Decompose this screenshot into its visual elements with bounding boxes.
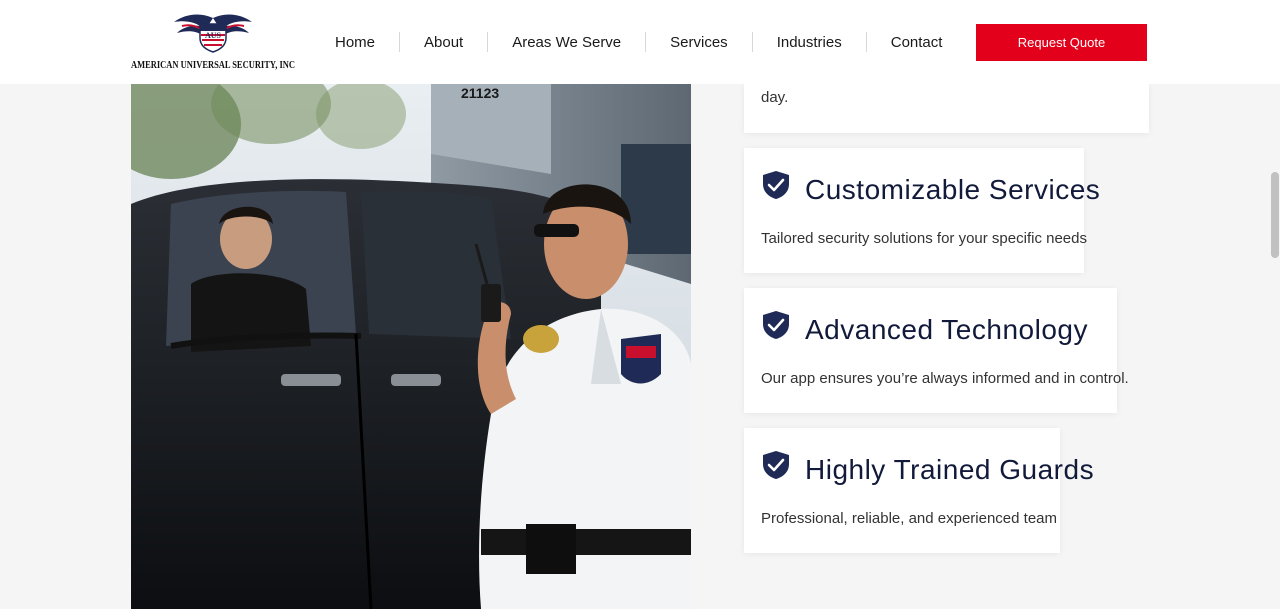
nav-item-industries[interactable]: Industries <box>753 32 867 52</box>
feature-partial-text: day. <box>761 89 789 106</box>
page: AUS AMERICAN UNIVERSAL SECURITY, INC Hom… <box>0 0 1280 609</box>
main-nav: Home About Areas We Serve Services Indus… <box>312 22 966 62</box>
feature-text: Professional, reliable, and experienced … <box>761 510 1058 527</box>
feature-text: Our app ensures you’re always informed a… <box>761 370 1129 387</box>
company-logo[interactable]: AUS AMERICAN UNIVERSAL SECURITY, INC <box>130 10 296 74</box>
nav-item-about[interactable]: About <box>400 32 489 52</box>
page-scrollbar[interactable] <box>1271 172 1279 258</box>
site-header: AUS AMERICAN UNIVERSAL SECURITY, INC Hom… <box>0 0 1280 84</box>
feature-card-partial: day. <box>744 84 1149 133</box>
nav-item-services[interactable]: Services <box>646 32 753 52</box>
feature-card: Advanced Technology Our app ensures you’… <box>744 288 1129 413</box>
shield-check-icon <box>762 450 790 480</box>
feature-card: Highly Trained Guards Professional, reli… <box>744 428 1094 553</box>
feature-title: Advanced Technology <box>805 314 1088 345</box>
feature-card: Customizable Services Tailored security … <box>744 148 1100 273</box>
nav-item-areas-we-serve[interactable]: Areas We Serve <box>488 32 647 52</box>
feature-title: Highly Trained Guards <box>805 454 1095 485</box>
shield-check-icon <box>762 310 790 340</box>
request-quote-button[interactable]: Request Quote <box>976 24 1147 61</box>
shield-check-icon <box>762 170 790 200</box>
nav-item-contact[interactable]: Contact <box>867 32 967 52</box>
feature-text: Tailored security solutions for your spe… <box>761 230 1087 247</box>
feature-title: Customizable Services <box>805 174 1101 205</box>
building-number: 21123 <box>461 85 499 101</box>
security-guard-photo: 21123 <box>131 84 691 609</box>
nav-item-home[interactable]: Home <box>312 32 401 52</box>
logo-wordmark: AMERICAN UNIVERSAL SECURITY, INC <box>131 60 295 71</box>
logo-mark-text: AUS <box>205 31 222 40</box>
